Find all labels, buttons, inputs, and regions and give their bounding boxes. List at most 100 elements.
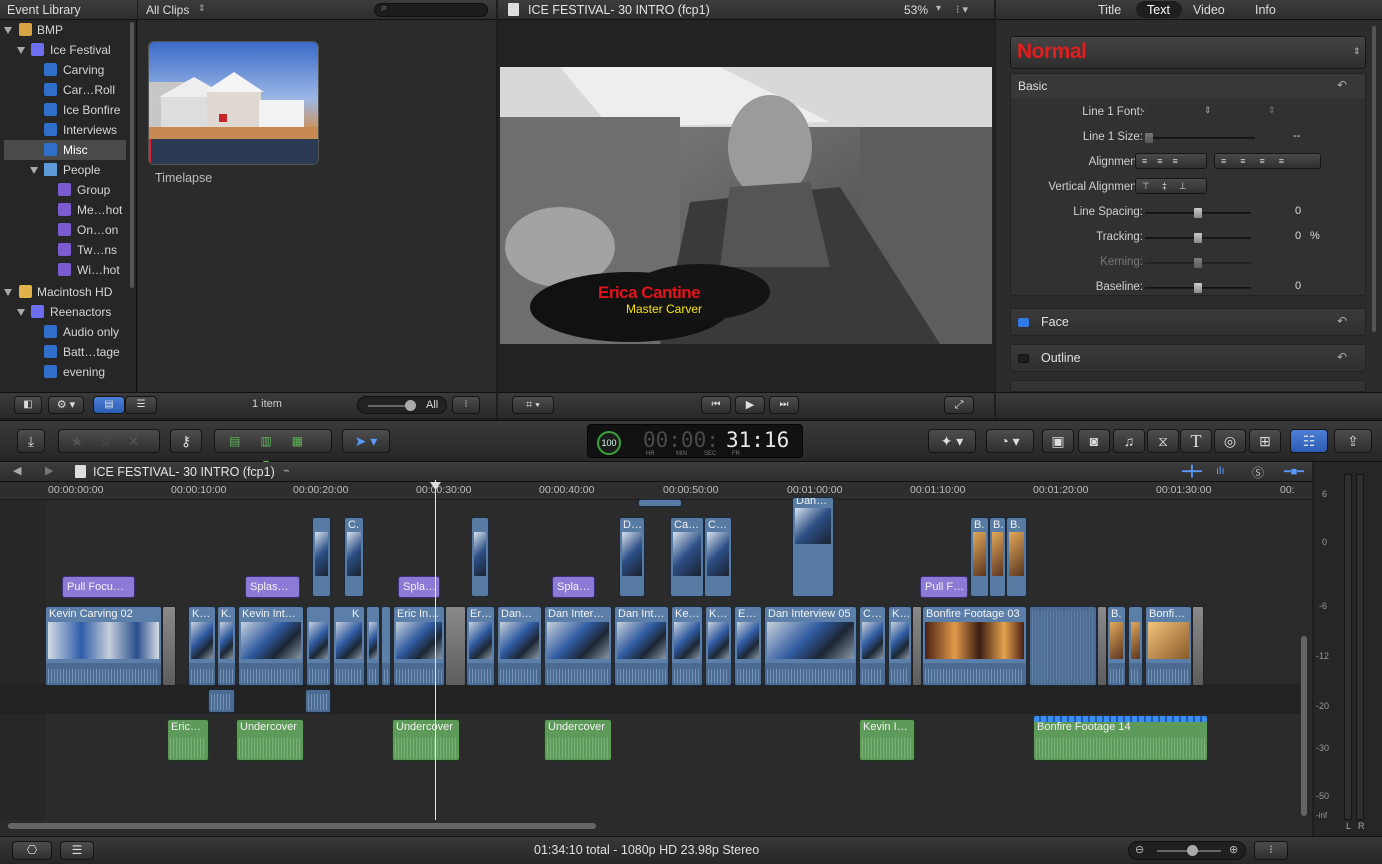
inspector-toggle-icon[interactable]: ☷ xyxy=(1290,429,1328,453)
fullscreen-icon[interactable]: ⤢ xyxy=(944,396,974,414)
tab-title[interactable]: Title xyxy=(1098,3,1121,17)
forward-icon[interactable]: ▶ xyxy=(45,464,53,477)
audio-stub[interactable] xyxy=(208,689,235,713)
audio-clip[interactable]: Bonfire Footage 14 xyxy=(1033,719,1208,761)
disclosure-icon[interactable] xyxy=(17,309,25,316)
zoom-in-icon[interactable]: ⊕ xyxy=(1229,843,1238,856)
connected-clip[interactable] xyxy=(638,499,682,507)
primary-clip[interactable] xyxy=(381,606,391,686)
primary-clip[interactable]: Er… xyxy=(466,606,495,686)
size-value[interactable]: -- xyxy=(1293,130,1300,142)
library-item-audio-only[interactable]: Audio only xyxy=(0,322,130,342)
clip-size-slider[interactable]: All xyxy=(357,396,447,414)
title-clip[interactable]: Spla… xyxy=(398,576,440,598)
play-icon[interactable]: ▶ xyxy=(735,396,765,414)
text-alignment-control[interactable]: ≡≡≡ xyxy=(1135,153,1207,169)
connected-clip[interactable]: Ca… xyxy=(670,517,704,597)
outline-enable-checkbox[interactable] xyxy=(1018,354,1029,363)
next-edit-icon[interactable]: ⏭ xyxy=(769,396,799,414)
tracking-slider[interactable] xyxy=(1145,233,1251,243)
primary-clip[interactable]: Kevin Int… xyxy=(238,606,304,686)
primary-clip[interactable]: Bonfi… xyxy=(1145,606,1192,686)
library-item-evening[interactable]: evening xyxy=(0,362,130,382)
library-item-carving[interactable]: Carving xyxy=(0,60,130,80)
primary-clip[interactable]: Ke… xyxy=(671,606,703,686)
library-item-people[interactable]: People xyxy=(0,160,130,180)
library-item-misc[interactable]: Misc xyxy=(4,140,126,160)
connected-clip[interactable]: B. xyxy=(970,517,989,597)
primary-clip[interactable]: Dan Int… xyxy=(614,606,669,686)
face-enable-checkbox[interactable] xyxy=(1018,318,1029,327)
tracking-value[interactable]: 0 xyxy=(1295,230,1301,242)
tab-text[interactable]: Text xyxy=(1147,3,1170,17)
connected-clip[interactable]: C… xyxy=(704,517,732,597)
outline-section-header[interactable]: Outline ↶ xyxy=(1010,344,1366,372)
action-gear-icon[interactable]: ⚙ ▾ xyxy=(48,396,84,414)
library-item-batt-tage[interactable]: Batt…tage xyxy=(0,342,130,362)
library-item-bmp[interactable]: BMP xyxy=(0,20,130,40)
library-item-on-on[interactable]: On…on xyxy=(0,220,130,240)
connected-clip[interactable]: C. xyxy=(344,517,364,597)
generators-icon[interactable]: ◎ xyxy=(1214,429,1246,453)
library-item-car-roll[interactable]: Car…Roll xyxy=(0,80,130,100)
audio-clip[interactable]: Undercover xyxy=(392,719,460,761)
photos-browser-icon[interactable]: ◙ xyxy=(1078,429,1110,453)
primary-clip[interactable]: Bonfire Footage 03 xyxy=(922,606,1027,686)
slider-knob[interactable] xyxy=(1194,233,1202,243)
slider-knob[interactable] xyxy=(405,400,416,411)
audio-clip[interactable]: Kevin I… xyxy=(859,719,915,761)
audio-stub[interactable] xyxy=(305,689,331,713)
solo-icon[interactable]: Ⓢ xyxy=(1252,464,1264,481)
video-frame[interactable]: Erica Cantine Master Carver xyxy=(500,67,992,344)
title-clip[interactable]: Spla… xyxy=(552,576,595,598)
import-icon[interactable]: ⤓ xyxy=(17,429,45,453)
library-scrollbar[interactable] xyxy=(130,22,134,288)
reset-icon[interactable]: ↶ xyxy=(1337,314,1347,328)
effects-browser-icon[interactable]: ▣ xyxy=(1042,429,1074,453)
title-clip[interactable]: Splas… xyxy=(245,576,300,598)
connected-clip[interactable]: B. xyxy=(989,517,1006,597)
size-slider[interactable] xyxy=(1145,133,1255,143)
music-browser-icon[interactable]: ♫ xyxy=(1113,429,1145,453)
audio-skimming-icon[interactable]: ılı xyxy=(1216,465,1225,477)
primary-clip[interactable]: Kevin Carving 02 xyxy=(45,606,162,686)
keyframe-markers[interactable] xyxy=(1034,716,1207,722)
primary-clip[interactable]: E… xyxy=(734,606,762,686)
transition[interactable] xyxy=(912,606,922,686)
select-tool-button[interactable]: ➤ ▾ xyxy=(342,429,390,453)
slider-knob[interactable] xyxy=(1194,283,1202,293)
line-spacing-value[interactable]: 0 xyxy=(1295,205,1301,217)
enhancements-icon[interactable]: ✦ ▾ xyxy=(928,429,976,453)
font-family-popup[interactable]: - xyxy=(1141,105,1145,117)
title-clip[interactable]: Pull Focu… xyxy=(62,576,135,598)
titles-browser-icon[interactable]: T xyxy=(1180,429,1212,453)
connected-clip[interactable] xyxy=(471,517,489,597)
primary-clip[interactable]: Dan Interview 05 xyxy=(764,606,857,686)
face-section-header[interactable]: Face ↶ xyxy=(1010,308,1366,336)
slider-knob[interactable] xyxy=(1187,845,1198,856)
themes-icon[interactable]: ⊞ xyxy=(1249,429,1281,453)
clip-appearance-icon[interactable]: ⁝ xyxy=(1254,841,1288,860)
tab-info[interactable]: Info xyxy=(1255,3,1276,17)
library-item-ice-festival[interactable]: Ice Festival xyxy=(0,40,130,60)
disclosure-icon[interactable] xyxy=(17,47,25,54)
search-input[interactable]: ⌕ xyxy=(374,2,488,17)
timeline-horizontal-scrollbar[interactable] xyxy=(8,823,596,829)
timeline-index-icon[interactable]: ⎔ xyxy=(12,841,52,860)
show-library-button[interactable]: ◧ xyxy=(14,396,42,414)
justify-alignment-control[interactable]: ≡≡≡≡ xyxy=(1214,153,1321,169)
transition[interactable] xyxy=(1097,606,1107,686)
primary-clip[interactable]: K. xyxy=(217,606,236,686)
slider-knob[interactable] xyxy=(1145,133,1153,143)
chevron-down-icon[interactable]: ▾ xyxy=(936,3,941,14)
slider-knob[interactable] xyxy=(1194,208,1202,218)
line-spacing-slider[interactable] xyxy=(1145,208,1251,218)
primary-clip-group[interactable] xyxy=(1029,606,1097,686)
primary-clip[interactable]: Dan Inter… xyxy=(544,606,612,686)
clip-thumbnail-timelapse[interactable] xyxy=(148,41,319,165)
edit-buttons[interactable]: ▤▥▦ ▾ xyxy=(214,429,332,470)
clip-filter-popup[interactable]: All Clips xyxy=(146,3,189,17)
zoom-popup[interactable]: 53% xyxy=(904,3,928,17)
connected-clip[interactable]: B. xyxy=(1006,517,1027,597)
primary-clip[interactable]: C… xyxy=(859,606,886,686)
